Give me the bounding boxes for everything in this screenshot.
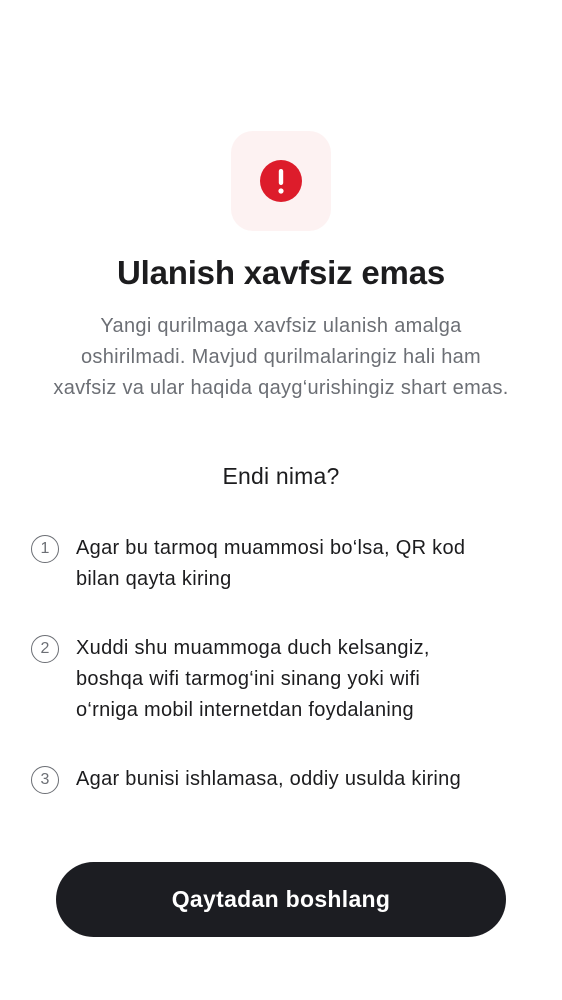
step-item: 1 Agar bu tarmoq muammosi bo‘lsa, QR kod… xyxy=(31,533,531,595)
step-text-line: o‘rniga mobil internetdan foydalaning xyxy=(76,699,414,721)
step-text-line: bilan qayta kiring xyxy=(76,568,232,590)
description-line: xavfsiz va ular haqida qayg‘urishingiz s… xyxy=(53,377,509,399)
step-text: Agar bunisi ishlamasa, oddiy usulda kiri… xyxy=(76,764,516,795)
step-number-badge: 1 xyxy=(31,535,59,563)
step-text-line: Agar bunisi ishlamasa, oddiy usulda kiri… xyxy=(76,768,462,790)
step-text: Xuddi shu muammoga duch kelsangiz, boshq… xyxy=(76,633,516,726)
description: Yangi qurilmaga xavfsiz ulanish amalga o… xyxy=(20,311,542,404)
step-item: 3 Agar bunisi ishlamasa, oddiy usulda ki… xyxy=(31,764,531,795)
description-line: oshirilmadi. Mavjud qurilmalaringiz hali… xyxy=(80,346,482,368)
alert-circle-icon xyxy=(260,160,302,202)
restart-button[interactable]: Qaytadan boshlang xyxy=(56,862,506,937)
alert-icon-container xyxy=(231,131,331,231)
step-item: 2 Xuddi shu muammoga duch kelsangiz, bos… xyxy=(31,633,531,726)
step-text-line: Agar bu tarmoq muammosi bo‘lsa, QR kod xyxy=(76,537,466,559)
step-number-badge: 3 xyxy=(31,766,59,794)
step-number-badge: 2 xyxy=(31,635,59,663)
step-text: Agar bu tarmoq muammosi bo‘lsa, QR kod b… xyxy=(76,533,516,595)
description-line: Yangi qurilmaga xavfsiz ulanish amalga xyxy=(100,315,462,337)
page-title: Ulanish xavfsiz emas xyxy=(117,254,445,291)
step-text-line: Xuddi shu muammoga duch kelsangiz, xyxy=(76,637,430,659)
step-text-line: boshqa wifi tarmog‘ini sinang yoki wifi xyxy=(76,668,421,690)
section-heading: Endi nima? xyxy=(222,463,340,489)
